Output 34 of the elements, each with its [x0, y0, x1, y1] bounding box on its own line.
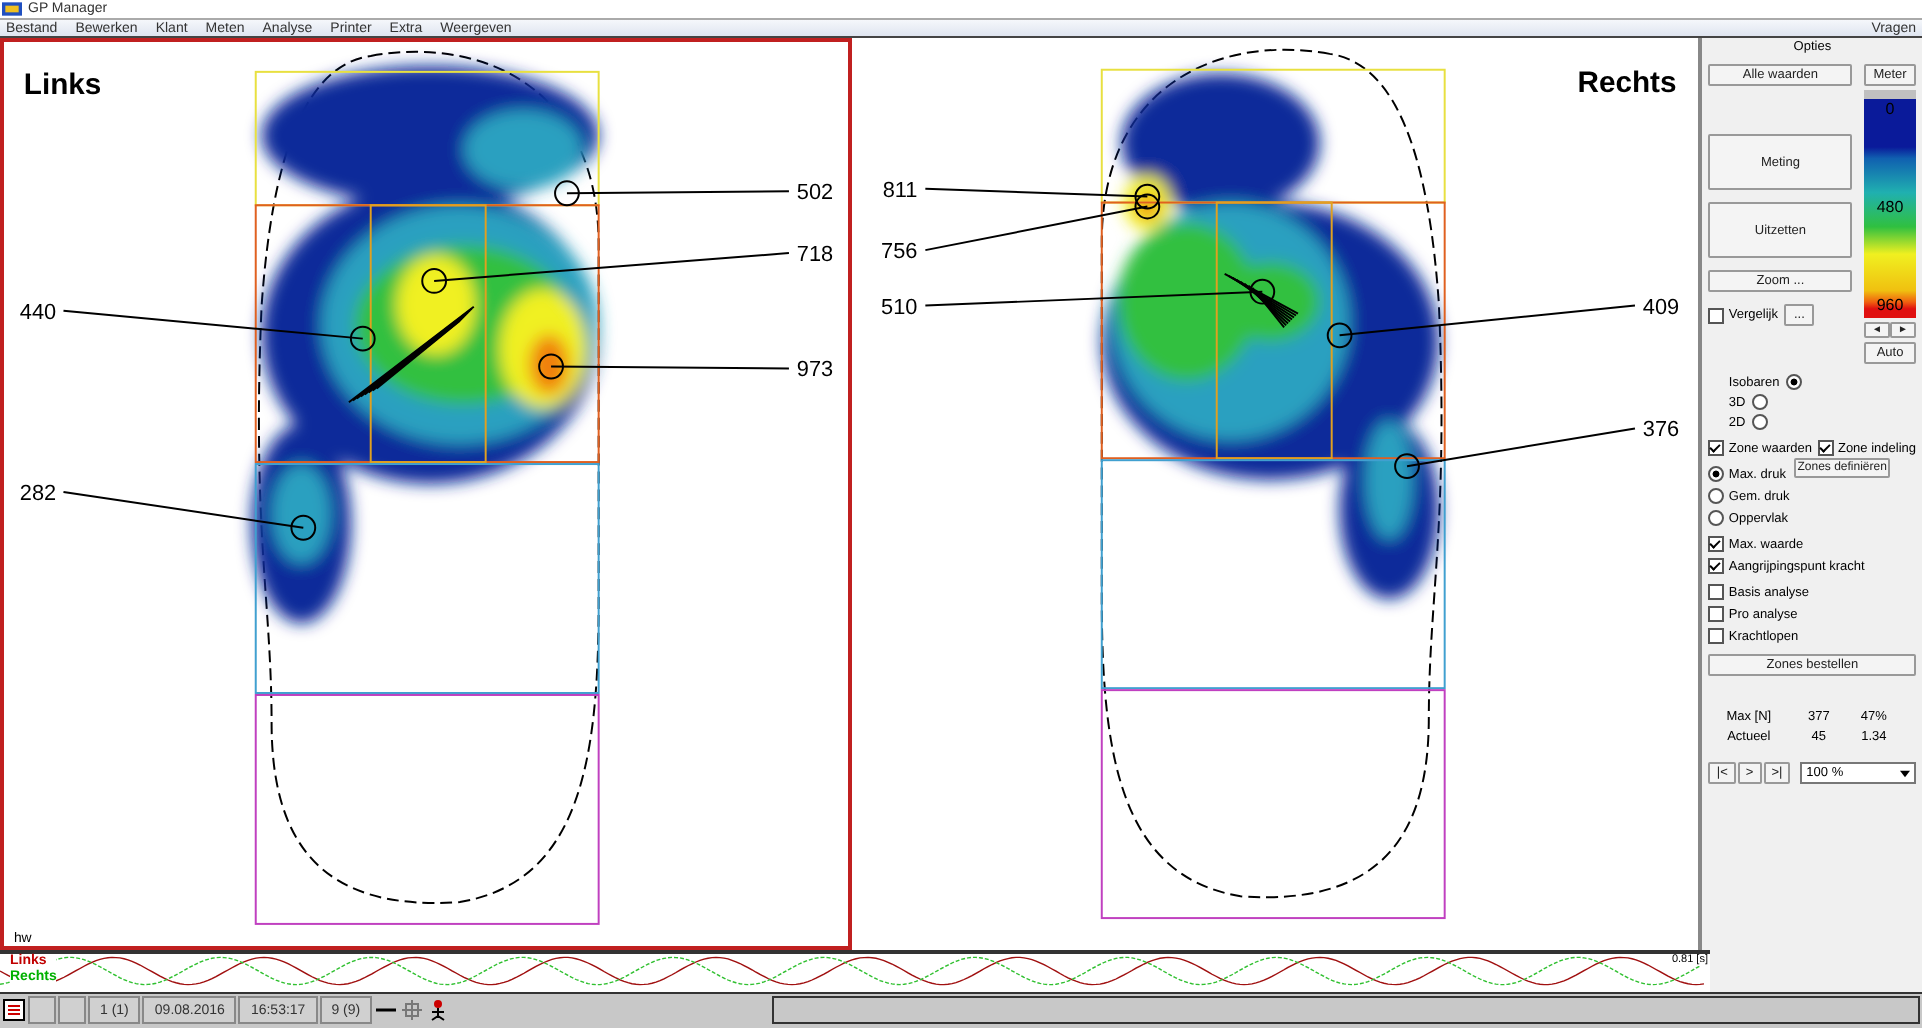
caret-icon	[1900, 769, 1910, 778]
pressure-value: 409	[1643, 296, 1680, 321]
force-path	[347, 306, 475, 405]
marker-circle	[1249, 279, 1276, 306]
pressure-value: 811	[883, 179, 918, 204]
pressure-value: 718	[796, 243, 834, 268]
scale-label: 0	[1885, 102, 1895, 119]
pressure-area	[271, 464, 332, 565]
marker-circle	[538, 354, 564, 381]
pressure-value: 440	[19, 301, 57, 326]
pressure-value: 376	[1643, 419, 1680, 444]
force-path	[1224, 273, 1300, 330]
plate-title: Rechts	[1577, 68, 1677, 101]
pressure-value: 282	[19, 482, 57, 507]
pressure-area	[1365, 421, 1414, 541]
pressure-area	[463, 110, 583, 191]
scale-label: 960	[1876, 298, 1904, 315]
scale-label: 480	[1876, 200, 1904, 217]
marker-circle	[554, 181, 580, 207]
document-icon[interactable]	[2, 998, 26, 1023]
app-icon	[2, 1, 22, 16]
pressure-value: 510	[881, 296, 918, 321]
pressure-value: 756	[881, 240, 918, 265]
pressure-area	[396, 255, 476, 356]
plate-title: Links	[23, 70, 102, 103]
marker-circle	[1134, 184, 1161, 211]
marker-circle	[421, 268, 447, 295]
marker-circle	[290, 515, 317, 542]
pressure-value: 502	[796, 182, 834, 207]
pressure-value: 973	[796, 359, 834, 384]
marker-circle	[1327, 323, 1353, 349]
pressure-area	[529, 335, 569, 396]
marker-circle	[1394, 454, 1421, 480]
marker-circle	[349, 326, 376, 353]
